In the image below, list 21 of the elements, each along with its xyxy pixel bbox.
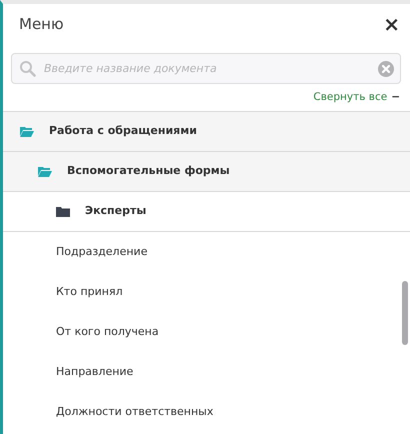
document-link[interactable]: Направление (56, 364, 134, 380)
close-button[interactable]: × (383, 14, 400, 34)
document-link[interactable]: Кто принял (56, 284, 123, 300)
document-link[interactable]: Подразделение (56, 244, 148, 260)
folder-row[interactable]: Работа с обращениями (3, 112, 410, 152)
open-folder-icon (20, 126, 34, 137)
clear-icon[interactable] (377, 60, 395, 78)
document-link[interactable]: От кого получена (56, 324, 159, 340)
panel-title: Меню (19, 14, 64, 35)
folder-row[interactable]: Вспомогательные формы (3, 152, 410, 192)
folder-row[interactable]: Эксперты (3, 192, 410, 232)
folder-icon (56, 206, 70, 217)
document-link[interactable]: Должности ответственных (56, 404, 214, 420)
folder-label: Эксперты (85, 203, 146, 219)
open-folder-icon (38, 166, 52, 177)
collapse-all-link[interactable]: Свернуть все − (313, 90, 400, 106)
search-field[interactable]: Введите название документа (11, 53, 401, 84)
folder-label: Работа с обращениями (49, 123, 197, 139)
search-icon (19, 60, 36, 77)
scrollbar-thumb[interactable] (402, 281, 408, 345)
folder-label: Вспомогательные формы (67, 163, 230, 179)
